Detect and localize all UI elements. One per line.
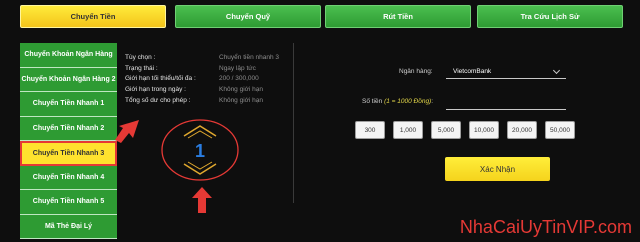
sidebar-item-chuyen-khoan-ngan-hang[interactable]: Chuyển Khoản Ngân Hàng (20, 43, 117, 68)
confirm-button[interactable]: Xác Nhận (445, 157, 550, 181)
vertical-divider (293, 43, 294, 203)
info-label: Giới hạn tối thiểu/tối đa : (125, 75, 196, 83)
amount-presets: 300 1,000 5,000 10,000 20,000 50,000 (355, 121, 575, 139)
amount-label-colon: : (431, 98, 434, 105)
arrow-up-icon (192, 187, 212, 213)
amount-50000-button[interactable]: 50,000 (545, 121, 575, 139)
tab-tra-cuu-lich-su[interactable]: Tra Cứu Lịch Sử (477, 5, 623, 28)
tab-rut-tien[interactable]: Rút Tiền (325, 5, 471, 28)
bank-select[interactable]: VietcomBank (446, 65, 566, 79)
amount-input[interactable] (446, 96, 566, 110)
info-row: Tùy chọn : Chuyển tiền nhanh 3 (125, 52, 285, 63)
info-row: Trạng thái : Ngay lập tức (125, 63, 285, 74)
step-number: 1 (195, 141, 205, 161)
info-row: Giới hạn tối thiểu/tối đa : 200 / 300,00… (125, 74, 285, 85)
info-label: Tổng số dư cho phép : (125, 97, 191, 105)
info-row: Giới hạn trong ngày : Không giới hạn (125, 84, 285, 95)
info-label: Trạng thái : (125, 64, 158, 72)
tab-chuyen-tien[interactable]: Chuyển Tiền (20, 5, 166, 28)
amount-300-button[interactable]: 300 (355, 121, 385, 139)
sidebar-item-chuyen-khoan-ngan-hang-2[interactable]: Chuyển Khoản Ngân Hàng 2 (20, 67, 117, 92)
sidebar: Chuyển Khoản Ngân Hàng Chuyển Khoản Ngân… (20, 43, 117, 239)
arrow-left-icon (115, 120, 139, 143)
info-value: Không giới hạn (219, 86, 264, 94)
amount-label: Số tiền (1 = 1000 Đồng): (362, 98, 433, 105)
info-value: Chuyển tiền nhanh 3 (219, 53, 279, 61)
info-label: Tùy chọn : (125, 53, 156, 61)
sidebar-item-ma-the-dai-ly[interactable]: Mã Thẻ Đại Lý (20, 214, 117, 239)
info-value: Không giới hạn (219, 97, 264, 105)
top-tabs: Chuyển Tiền Chuyển Quỹ Rút Tiền Tra Cứu … (20, 5, 624, 28)
transfer-info-panel: Tùy chọn : Chuyển tiền nhanh 3 Trạng thá… (125, 52, 285, 106)
chevron-down-icon (552, 66, 561, 75)
info-value: 200 / 300,000 (219, 75, 259, 83)
info-value: Ngay lập tức (219, 64, 256, 72)
amount-5000-button[interactable]: 5,000 (431, 121, 461, 139)
amount-1000-button[interactable]: 1,000 (393, 121, 423, 139)
info-label: Giới hạn trong ngày : (125, 86, 186, 94)
sidebar-item-chuyen-tien-nhanh-3[interactable]: Chuyển Tiền Nhanh 3 (20, 141, 117, 166)
amount-10000-button[interactable]: 10,000 (469, 121, 499, 139)
sidebar-item-chuyen-tien-nhanh-2[interactable]: Chuyển Tiền Nhanh 2 (20, 116, 117, 141)
amount-note: (1 = 1000 Đồng) (384, 98, 432, 105)
sidebar-item-chuyen-tien-nhanh-5[interactable]: Chuyển Tiền Nhanh 5 (20, 190, 117, 215)
bank-label: Ngân hàng: (399, 68, 433, 75)
watermark: NhaCaiUyTinVIP.com (459, 217, 632, 237)
sidebar-item-chuyen-tien-nhanh-4[interactable]: Chuyển Tiền Nhanh 4 (20, 165, 117, 190)
amount-label-text: Số tiền (362, 98, 383, 105)
step-number-badge: 1 (161, 119, 239, 181)
info-row: Tổng số dư cho phép : Không giới hạn (125, 95, 285, 106)
bank-select-value: VietcomBank (453, 68, 492, 75)
amount-20000-button[interactable]: 20,000 (507, 121, 537, 139)
sidebar-item-chuyen-tien-nhanh-1[interactable]: Chuyển Tiền Nhanh 1 (20, 92, 117, 117)
tab-chuyen-quy[interactable]: Chuyển Quỹ (175, 5, 321, 28)
